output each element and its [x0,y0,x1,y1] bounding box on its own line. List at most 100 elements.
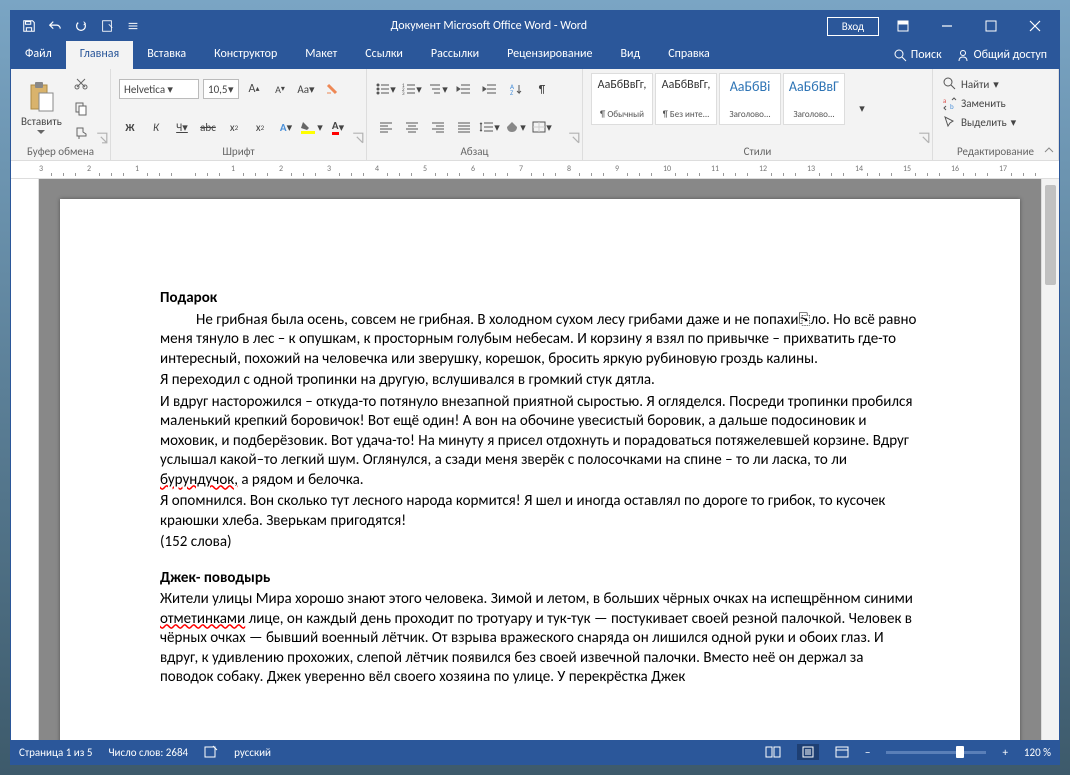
tab-mailings[interactable]: Рассылки [417,41,493,69]
align-center-icon[interactable] [401,117,423,137]
tab-help[interactable]: Справка [654,41,724,69]
zoom-in-icon[interactable]: + [1002,746,1007,759]
tab-references[interactable]: Ссылки [351,41,417,69]
font-size-combo[interactable]: 10,5▾ [203,79,239,99]
web-layout-icon[interactable] [835,746,849,758]
maximize-icon[interactable] [971,11,1011,41]
share-button[interactable]: Общий доступ [956,48,1047,62]
style-gallery[interactable]: АаБбВвГг,¶ ОбычныйАаБбВвГг,¶ Без инте...… [591,73,845,143]
copy-icon[interactable] [70,98,92,118]
statusbar: Страница 1 из 5 Число слов: 2684 русский… [11,740,1059,764]
minimize-icon[interactable] [927,11,967,41]
multilevel-icon[interactable]: ▾ [427,79,449,99]
paragraph: И вдруг насторожился – откуда-то потянул… [160,393,920,491]
bold-icon[interactable]: Ж [119,117,141,137]
tab-file[interactable]: Файл [11,41,66,69]
dialog-launcher-icon[interactable] [96,132,108,144]
text-effects-icon[interactable]: A▾ [275,117,297,137]
page: Подарок Не грибная была осень, совсем не… [60,199,1020,740]
qat-customize-icon[interactable] [121,14,145,38]
dialog-launcher-icon[interactable] [568,132,580,144]
style-item[interactable]: АаБбВвГг,¶ Обычный [591,73,653,125]
indent-dec-icon[interactable] [453,79,475,99]
redo-icon[interactable] [69,14,93,38]
print-layout-icon[interactable] [797,744,819,760]
save-icon[interactable] [17,14,41,38]
spelling-error: отметинками [160,610,245,628]
bullets-icon[interactable]: ▾ [375,79,397,99]
tab-view[interactable]: Вид [606,41,654,69]
line-spacing-icon[interactable]: ▾ [479,117,501,137]
search-button[interactable]: Поиск [893,48,942,62]
tab-design[interactable]: Конструктор [200,41,291,69]
scroll-thumb[interactable] [1045,185,1056,285]
highlight-icon[interactable]: ▾ [301,117,323,137]
align-right-icon[interactable] [427,117,449,137]
zoom-slider[interactable] [886,751,986,754]
signin-button[interactable]: Вход [827,17,879,36]
justify-icon[interactable] [453,117,475,137]
find-button[interactable]: Найти ▾ [943,77,1016,91]
ribbon-display-icon[interactable] [883,11,923,41]
clear-format-icon[interactable] [321,79,343,99]
numbering-icon[interactable]: 123▾ [401,79,423,99]
collapse-ribbon-icon[interactable] [1043,144,1057,158]
style-item[interactable]: АаБбВвГЗаголово... [783,73,845,125]
svg-text:b: b [950,102,954,111]
format-painter-icon[interactable] [70,123,92,143]
cut-icon[interactable] [70,73,92,93]
align-left-icon[interactable] [375,117,397,137]
word-count[interactable]: Число слов: 2684 [108,746,188,759]
strike-icon[interactable]: abc [197,117,219,137]
read-mode-icon[interactable] [765,746,781,758]
dialog-launcher-icon[interactable] [352,132,364,144]
styles-more-icon[interactable]: ▾ [851,98,873,118]
undo-icon[interactable] [43,14,67,38]
page-indicator[interactable]: Страница 1 из 5 [19,746,92,759]
heading: Джек- поводырь [160,569,920,589]
style-item[interactable]: АаБбВіЗаголово... [719,73,781,125]
shrink-font-icon[interactable]: A▾ [269,79,291,99]
quick-print-icon[interactable] [95,14,119,38]
vertical-ruler[interactable] [11,179,39,740]
spelling-error: бурундучок, [160,471,238,489]
style-item[interactable]: АаБбВвГг,¶ Без инте... [655,73,717,125]
select-button[interactable]: Выделить ▾ [943,115,1016,129]
vertical-scrollbar[interactable] [1041,179,1059,740]
show-marks-icon[interactable]: ¶ [531,79,553,99]
zoom-out-icon[interactable]: − [865,746,870,759]
document-viewport[interactable]: Подарок Не грибная была осень, совсем не… [39,179,1041,740]
grow-font-icon[interactable]: A▴ [243,79,265,99]
paste-button[interactable]: Вставить [19,73,64,143]
zoom-level[interactable]: 120 % [1024,746,1051,759]
font-color-icon[interactable]: A▾ [327,117,349,137]
titlebar-right: Вход [827,11,1059,41]
tab-insert[interactable]: Вставка [133,41,200,69]
menubar: Файл Главная Вставка Конструктор Макет С… [11,41,1059,69]
group-editing: Найти ▾ abЗаменить Выделить ▾ Редактиров… [933,69,1059,160]
tab-home[interactable]: Главная [66,41,133,69]
italic-icon[interactable]: К [145,117,167,137]
indent-inc-icon[interactable] [479,79,501,99]
zoom-handle[interactable] [956,746,964,758]
proofing-icon[interactable] [204,745,218,759]
underline-icon[interactable]: Ч▾ [171,117,193,137]
app-window: Документ Microsoft Office Word - Word Вх… [10,10,1060,765]
tab-layout[interactable]: Макет [291,41,351,69]
document-body[interactable]: Подарок Не грибная была осень, совсем не… [160,289,920,688]
borders-icon[interactable]: ▾ [531,117,553,137]
replace-button[interactable]: abЗаменить [943,96,1016,110]
window-title: Документ Microsoft Office Word - Word [151,19,827,33]
heading: Подарок [160,289,920,309]
change-case-icon[interactable]: Aa▾ [295,79,317,99]
tab-review[interactable]: Рецензирование [493,41,606,69]
horizontal-ruler[interactable]: 3211234567891011121314151617 [11,161,1059,179]
sort-icon[interactable]: AZ [505,79,527,99]
font-name-combo[interactable]: Helvetica▾ [119,79,199,99]
close-icon[interactable] [1015,11,1055,41]
shading-icon[interactable]: ▾ [505,117,527,137]
dialog-launcher-icon[interactable] [918,132,930,144]
subscript-icon[interactable]: x2 [223,117,245,137]
language-indicator[interactable]: русский [234,746,271,759]
superscript-icon[interactable]: x2 [249,117,271,137]
